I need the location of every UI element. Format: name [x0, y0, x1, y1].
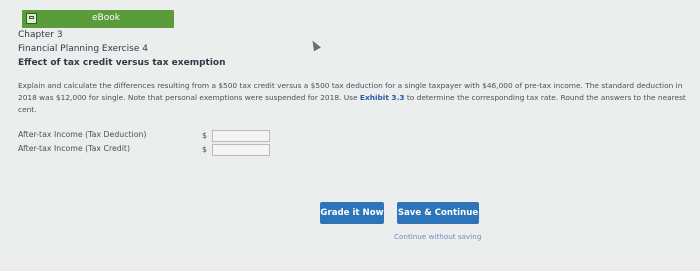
save-and-continue-button[interactable]: Save & Continue: [397, 202, 479, 224]
ebook-icon: [26, 13, 37, 24]
ebook-button[interactable]: eBook: [22, 10, 174, 28]
currency-symbol: $: [202, 131, 207, 140]
ebook-label: eBook: [92, 13, 120, 23]
continue-without-saving-link[interactable]: Continue without saving: [394, 232, 481, 241]
instructions-text: Explain and calculate the differences re…: [18, 80, 690, 116]
exercise-title: Financial Planning Exercise 4: [18, 44, 148, 54]
currency-symbol: $: [202, 145, 207, 154]
chapter-heading: Chapter 3: [18, 30, 63, 40]
mouse-cursor-icon: [309, 38, 321, 52]
exhibit-link[interactable]: Exhibit 3.3: [360, 93, 405, 102]
tax-credit-input[interactable]: [212, 144, 270, 156]
tax-deduction-input[interactable]: [212, 130, 270, 142]
exercise-subtitle: Effect of tax credit versus tax exemptio…: [18, 58, 226, 68]
grade-it-now-button[interactable]: Grade it Now: [320, 202, 384, 224]
field-label-tax-credit: After-tax Income (Tax Credit): [18, 144, 131, 153]
field-label-tax-deduction: After-tax Income (Tax Deduction): [18, 130, 147, 139]
